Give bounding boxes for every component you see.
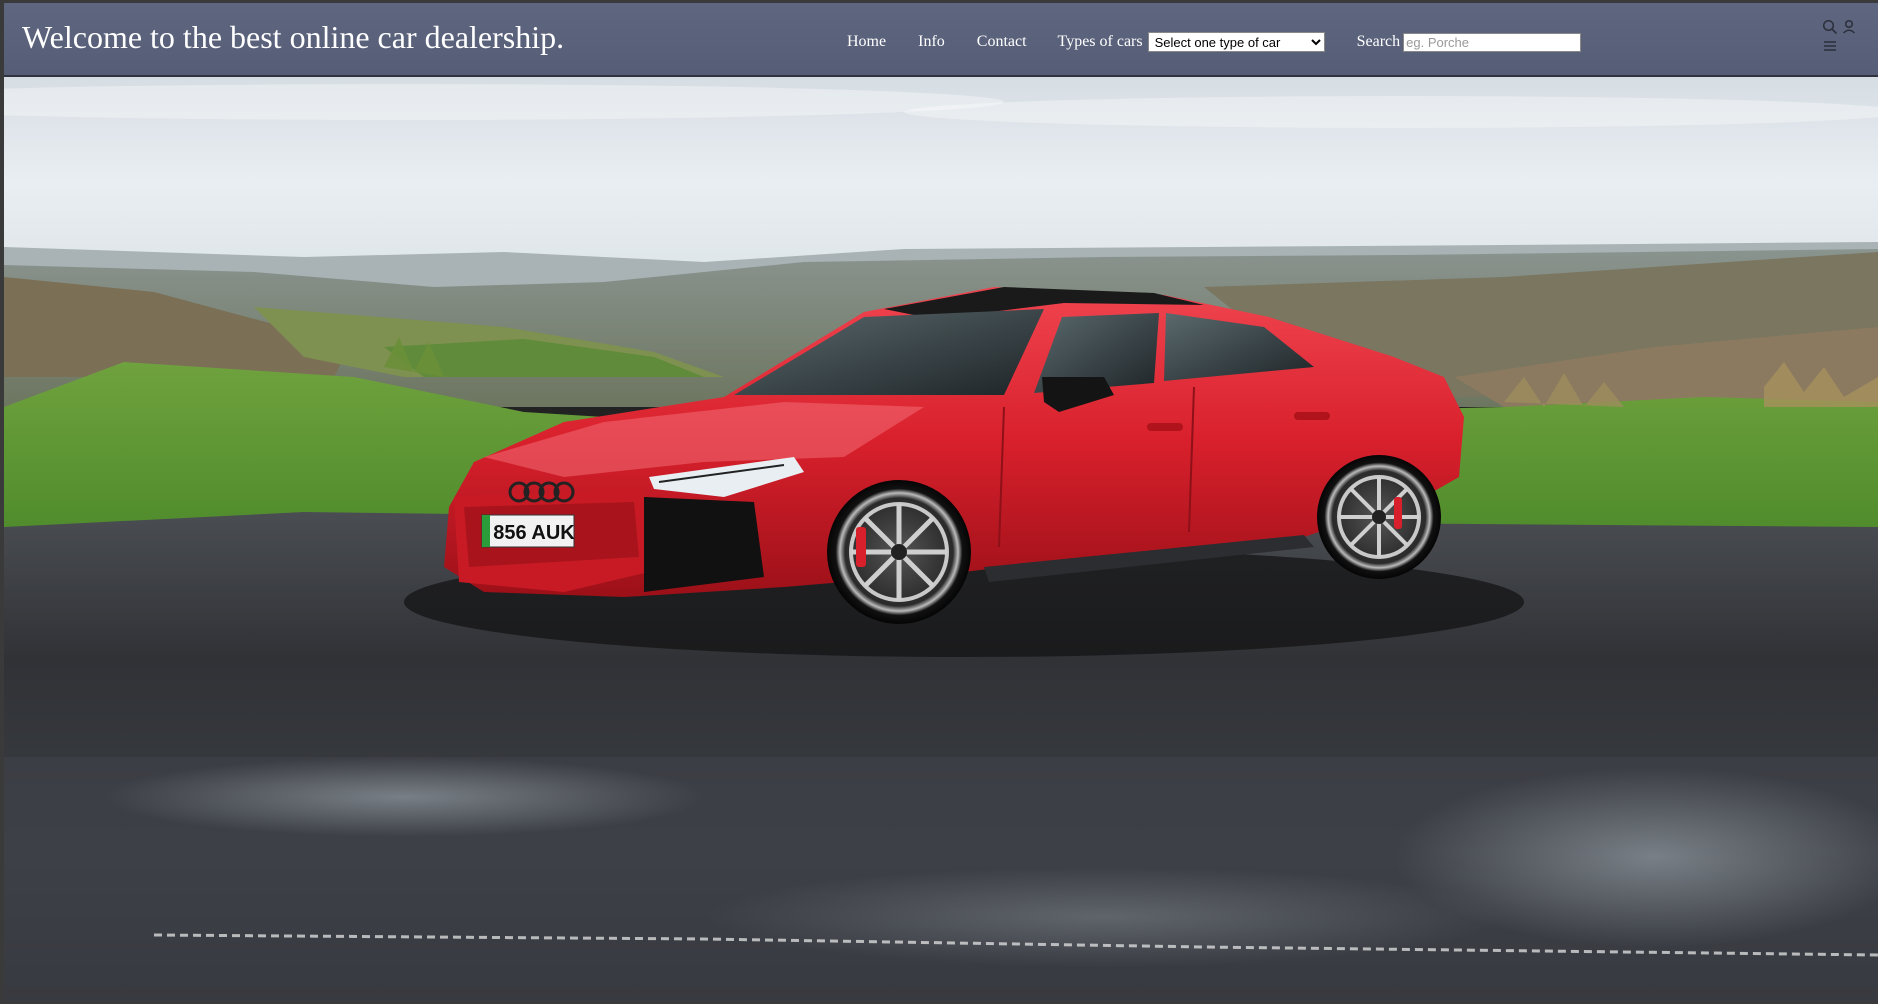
search-label: Search	[1356, 33, 1401, 50]
site-header: Welcome to the best online car dealershi…	[4, 3, 1878, 77]
page-title: Welcome to the best online car dealershi…	[22, 19, 565, 55]
user-icon[interactable]	[1842, 19, 1856, 35]
page-frame: 856 AUK Welcome to the best online car d…	[4, 3, 1878, 1001]
nav-info-link[interactable]: Info	[918, 33, 945, 51]
nav-home-link[interactable]: Home	[847, 33, 886, 51]
search-input[interactable]	[1403, 32, 1582, 52]
main-nav: Home Info Contact Types of cars Select o…	[847, 30, 1582, 54]
hero-car-image: 856 AUK	[4, 77, 1878, 1001]
car-type-select[interactable]: Select one type of car	[1147, 32, 1325, 52]
nav-contact-link[interactable]: Contact	[977, 33, 1027, 51]
menu-icon[interactable]	[1822, 39, 1838, 53]
license-plate-text: 856 AUK	[493, 522, 575, 544]
search-icon[interactable]	[1822, 19, 1838, 35]
types-label: Types of cars	[1057, 33, 1143, 50]
